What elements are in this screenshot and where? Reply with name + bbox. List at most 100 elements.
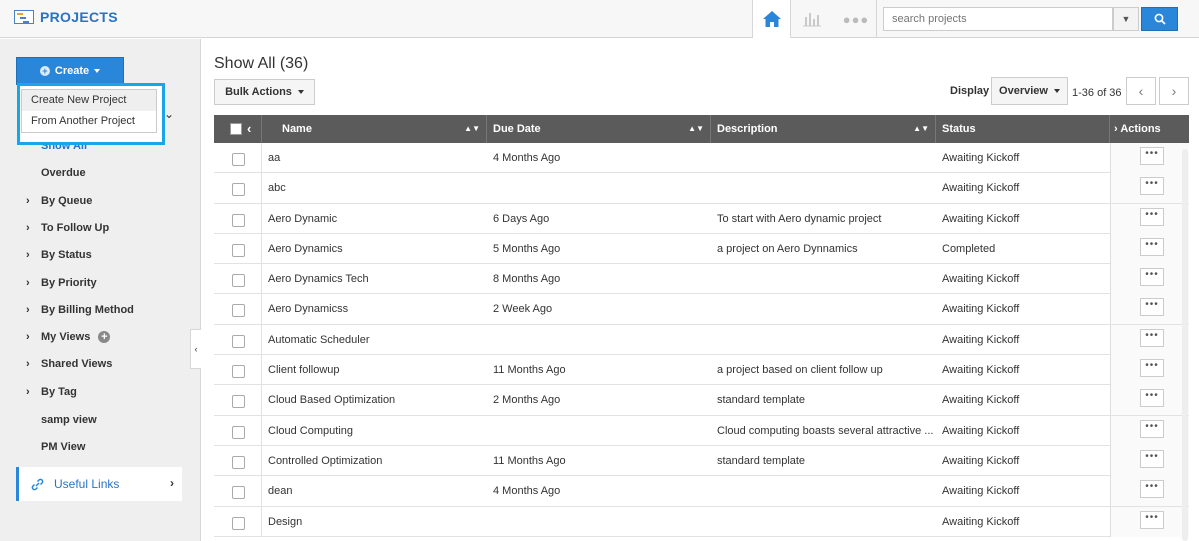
prev-page-button[interactable]: ‹ (1126, 77, 1156, 105)
row-actions-button[interactable]: ••• (1140, 207, 1164, 226)
row-actions-button[interactable]: ••• (1140, 147, 1164, 165)
table-row[interactable]: Aero Dynamic 6 Days Ago To start with Aero… (214, 203, 1189, 234)
column-header-description[interactable]: Description ▲▼ (711, 115, 936, 143)
sidebar-item-by-status[interactable]: › By Status (26, 249, 92, 261)
project-name[interactable]: Cloud Based Optimization (268, 385, 483, 415)
collapse-sidebar-button[interactable]: ‹ (190, 329, 201, 369)
project-name[interactable]: Aero Dynamic (268, 204, 483, 234)
row-checkbox[interactable] (232, 274, 245, 288)
sidebar-item-by-tag[interactable]: › By Tag (26, 386, 77, 398)
display-select[interactable]: Overview (991, 77, 1068, 105)
more-dots-icon[interactable]: ●●● (836, 0, 876, 38)
chevron-down-icon[interactable]: ⌄ (164, 107, 174, 121)
create-button[interactable]: + Create (16, 57, 124, 85)
caret-down-icon (1053, 89, 1060, 93)
column-header-name[interactable]: Name ▲▼ (262, 115, 487, 143)
bulk-actions-button[interactable]: Bulk Actions (214, 79, 315, 105)
row-checkbox[interactable] (232, 304, 245, 318)
row-checkbox[interactable] (232, 425, 245, 439)
reports-button[interactable] (797, 0, 827, 38)
row-checkbox[interactable] (232, 243, 245, 257)
row-actions-button[interactable]: ••• (1140, 480, 1164, 499)
project-name[interactable]: Cloud Computing (268, 416, 483, 446)
table-row[interactable]: Controlled Optimization 11 Months Ago stan… (214, 445, 1189, 477)
row-checkbox[interactable] (232, 365, 245, 379)
row-actions-button[interactable]: ••• (1140, 419, 1164, 438)
row-actions-button[interactable]: ••• (1140, 237, 1164, 256)
sidebar-item-shared-views[interactable]: › Shared Views (26, 358, 112, 370)
row-checkbox[interactable] (232, 516, 245, 530)
chevron-left-icon[interactable]: ‹ (247, 115, 251, 143)
sidebar-item-my-views[interactable]: › My Views + (26, 331, 111, 343)
table-row[interactable]: aa 4 Months Ago Awaiting Kickoff ••• (214, 143, 1189, 174)
column-label: Due Date (493, 123, 541, 135)
table-row[interactable]: Cloud Computing Cloud computing boasts se… (214, 415, 1189, 446)
status: Awaiting Kickoff (942, 152, 1020, 164)
scrollbar[interactable] (1182, 149, 1188, 541)
project-name[interactable]: Client followup (268, 355, 483, 385)
table-row[interactable]: Automatic Scheduler Awaiting Kickoff ••• (214, 324, 1189, 356)
divider (261, 203, 262, 234)
row-checkbox[interactable] (232, 395, 245, 409)
project-name[interactable]: Design (268, 507, 483, 537)
row-actions-button[interactable]: ••• (1140, 449, 1164, 468)
project-name[interactable]: Aero Dynamics Tech (268, 264, 483, 294)
search-icon (1154, 13, 1166, 25)
search-dropdown-button[interactable]: ▼ (1113, 7, 1139, 31)
sidebar-item-pm-view[interactable]: PM View (41, 441, 85, 453)
menu-item-from-another-project[interactable]: From Another Project (22, 111, 156, 132)
column-header-status[interactable]: Status (936, 115, 1110, 143)
sidebar-item-by-billing-method[interactable]: › By Billing Method (26, 304, 134, 316)
next-page-button[interactable]: › (1159, 77, 1189, 105)
project-name[interactable]: Automatic Scheduler (268, 325, 483, 355)
search-button[interactable] (1141, 7, 1178, 31)
project-name[interactable]: aa (268, 143, 483, 173)
row-checkbox[interactable] (232, 455, 245, 469)
sidebar-item-label: To Follow Up (41, 222, 110, 234)
row-actions-button[interactable]: ••• (1140, 177, 1164, 196)
project-name[interactable]: abc (268, 173, 483, 203)
table-row[interactable]: dean 4 Months Ago Awaiting Kickoff ••• (214, 476, 1189, 507)
row-checkbox[interactable] (232, 334, 245, 348)
row-checkbox[interactable] (232, 486, 245, 500)
row-checkbox[interactable] (232, 213, 245, 227)
sidebar-item-overdue[interactable]: Overdue (41, 167, 86, 179)
project-table: aa 4 Months Ago Awaiting Kickoff ••• abc Awai… (214, 143, 1189, 537)
table-row[interactable]: Client followup 11 Months Ago a project ba… (214, 355, 1189, 386)
table-row[interactable]: Aero Dynamics 5 Months Ago a project on Ae… (214, 233, 1189, 265)
brand[interactable]: PROJECTS (14, 9, 118, 25)
table-row[interactable]: Aero Dynamicss 2 Week Ago Awaiting Kickoff… (214, 294, 1189, 325)
row-checkbox[interactable] (232, 183, 245, 197)
add-view-icon[interactable]: + (98, 331, 111, 343)
menu-item-create-new-project[interactable]: Create New Project (22, 90, 156, 111)
row-actions-button[interactable]: ••• (1140, 510, 1164, 529)
table-row[interactable]: Design Awaiting Kickoff ••• (214, 506, 1189, 537)
project-name[interactable]: dean (268, 476, 483, 506)
row-checkbox[interactable] (232, 153, 245, 166)
sidebar-item-label: By Tag (41, 386, 77, 398)
select-all-checkbox[interactable] (230, 123, 242, 135)
row-actions-button[interactable]: ••• (1140, 359, 1164, 378)
row-actions-button[interactable]: ••• (1140, 268, 1164, 287)
table-row[interactable]: Aero Dynamics Tech 8 Months Ago Awaiting K… (214, 264, 1189, 295)
row-actions-button[interactable]: ••• (1140, 389, 1164, 408)
divider (261, 264, 262, 295)
sidebar-item-by-queue[interactable]: › By Queue (26, 195, 92, 207)
home-button[interactable] (753, 0, 790, 38)
sidebar-item-to-follow-up[interactable]: › To Follow Up (26, 222, 109, 234)
column-header-actions[interactable]: › Actions (1110, 115, 1189, 143)
useful-links[interactable]: Useful Links › (16, 467, 182, 501)
link-icon (31, 478, 44, 490)
sidebar-item-by-priority[interactable]: › By Priority (26, 277, 97, 289)
row-actions-button[interactable]: ••• (1140, 298, 1164, 317)
column-header-due-date[interactable]: Due Date ▲▼ (487, 115, 711, 143)
row-actions-button[interactable]: ••• (1140, 328, 1164, 347)
status: Awaiting Kickoff (942, 182, 1020, 195)
sidebar-item-samp-view[interactable]: samp view (41, 414, 97, 426)
table-row[interactable]: abc Awaiting Kickoff ••• (214, 173, 1189, 204)
project-name[interactable]: Aero Dynamicss (268, 294, 483, 324)
project-name[interactable]: Controlled Optimization (268, 446, 483, 476)
project-name[interactable]: Aero Dynamics (268, 234, 483, 264)
search-input[interactable] (883, 7, 1113, 31)
table-row[interactable]: Cloud Based Optimization 2 Months Ago stan… (214, 385, 1189, 416)
